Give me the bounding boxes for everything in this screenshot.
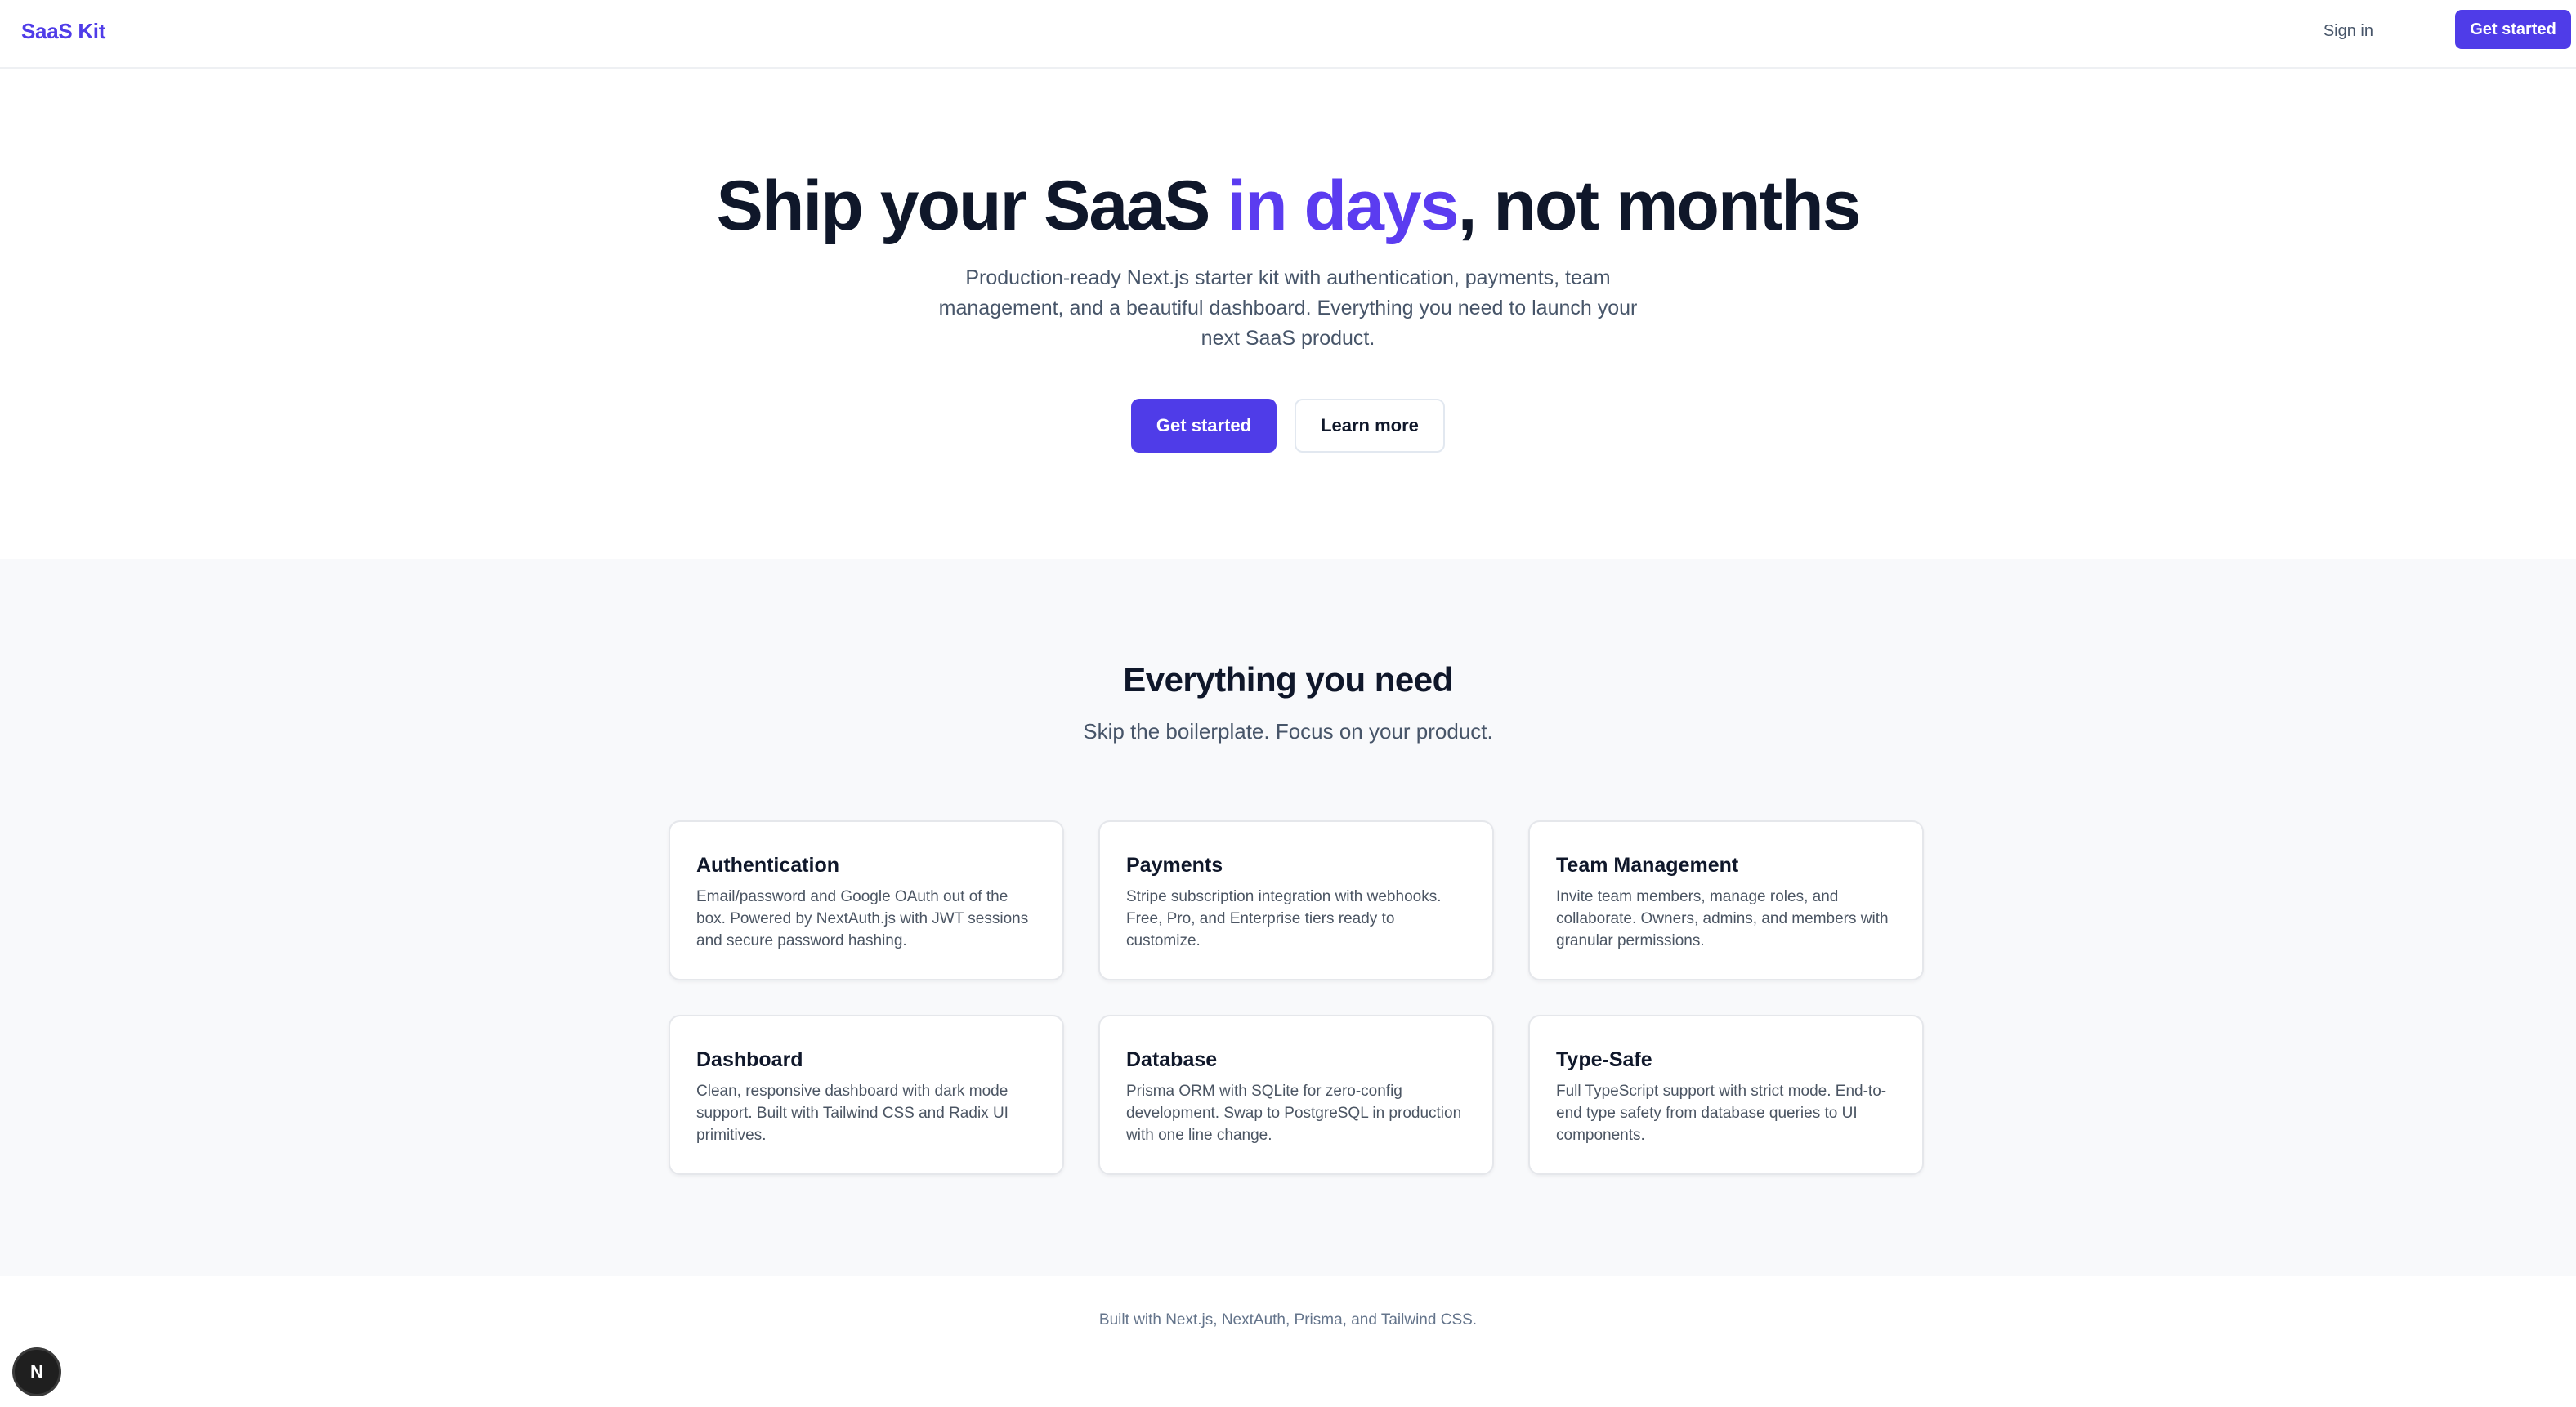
feature-card-description: Invite team members, manage roles, and c… (1556, 888, 1889, 949)
feature-card-description: Clean, responsive dashboard with dark mo… (696, 1083, 1008, 1144)
feature-card-type-safe: Type-Safe Full TypeScript support with s… (1528, 1015, 1924, 1175)
site-footer: Built with Next.js, NextAuth, Prisma, an… (0, 1276, 2576, 1407)
hero-get-started-button[interactable]: Get started (1131, 399, 1277, 453)
feature-card-description: Stripe subscription integration with web… (1126, 888, 1442, 949)
features-section: Everything you need Skip the boilerplate… (0, 559, 2576, 1276)
feature-card-title: Authentication (696, 854, 839, 877)
hero-title-part1: Ship your SaaS (716, 167, 1228, 245)
features-grid: Authentication Email/password and Google… (669, 820, 1924, 1175)
brand-logo[interactable]: SaaS Kit (21, 16, 105, 46)
feature-card-payments: Payments Stripe subscription integration… (1098, 820, 1494, 980)
hero-subtitle: Production-ready Next.js starter kit wit… (938, 266, 1638, 350)
feature-card-title: Payments (1126, 854, 1223, 877)
feature-card-dashboard: Dashboard Clean, responsive dashboard wi… (669, 1015, 1064, 1175)
site-header: SaaS Kit Sign in Get started (0, 0, 2576, 69)
feature-card-database: Database Prisma ORM with SQLite for zero… (1098, 1015, 1494, 1175)
hero-title-accent: in days (1227, 167, 1459, 245)
feature-card-title: Type-Safe (1556, 1048, 1652, 1071)
header-get-started-button[interactable]: Get started (2455, 10, 2571, 49)
hero-title: Ship your SaaS in days, not months (0, 165, 2576, 247)
features-title: Everything you need (1123, 660, 1453, 699)
feature-card-authentication: Authentication Email/password and Google… (669, 820, 1064, 980)
hero-title-part2: , not months (1457, 167, 1862, 245)
feature-card-title: Database (1126, 1048, 1218, 1071)
sign-in-link[interactable]: Sign in (2323, 18, 2373, 44)
feature-card-description: Prisma ORM with SQLite for zero-config d… (1126, 1083, 1462, 1144)
feature-card-description: Email/password and Google OAuth out of t… (696, 888, 1029, 949)
hero-section: Ship your SaaS in days, not months Produ… (0, 70, 2576, 559)
feature-card-description: Full TypeScript support with strict mode… (1556, 1083, 1887, 1144)
feature-card-title: Dashboard (696, 1048, 803, 1071)
feature-card-title: Team Management (1556, 854, 1739, 877)
hero-learn-more-button[interactable]: Learn more (1295, 399, 1445, 453)
footer-text: Built with Next.js, NextAuth, Prisma, an… (1098, 1311, 1478, 1329)
features-subtitle: Skip the boilerplate. Focus on your prod… (1083, 719, 1493, 744)
nextjs-dev-indicator-icon[interactable]: N (15, 1350, 59, 1394)
feature-card-team-management: Team Management Invite team members, man… (1528, 820, 1924, 980)
hero-actions: Get started Learn more (0, 399, 2576, 453)
